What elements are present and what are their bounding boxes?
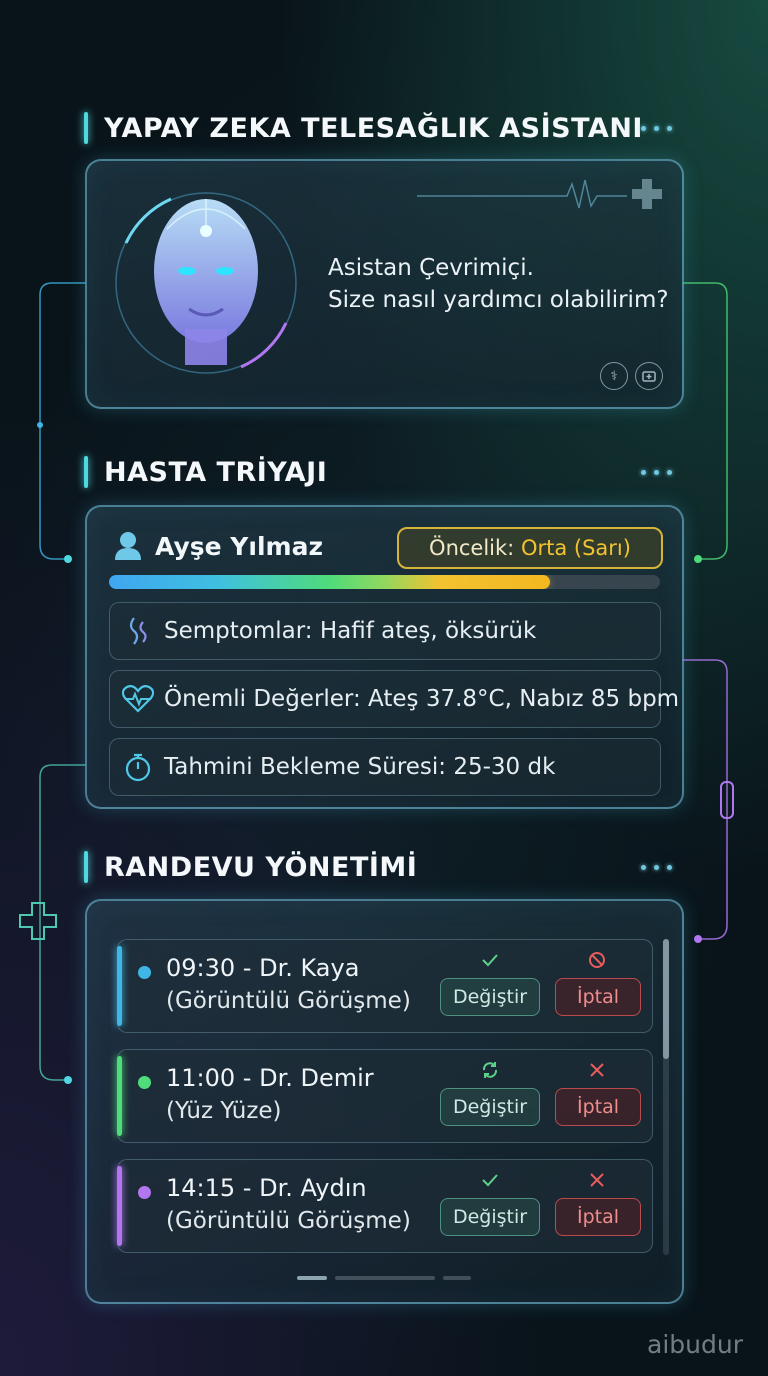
appointment-type: (Görüntülü Görüşme) [166,988,411,1014]
page-indicator[interactable] [443,1276,471,1280]
appointment-type: (Görüntülü Görüşme) [166,1208,411,1234]
symptoms-row: Semptomlar: Hafif ateş, öksürük [109,602,661,660]
cancel-appointment-button[interactable]: İptal [555,1088,641,1126]
priority-value: Orta (Sarı) [520,536,631,560]
heartbeat-line-icon [417,179,627,209]
appointment-accent [117,946,122,1026]
triage-panel: Ayşe Yılmaz Öncelik: Orta (Sarı) Semptom… [85,505,684,809]
patient-name: Ayşe Yılmaz [155,532,324,561]
appointment-card[interactable]: 11:00 - Dr. Demir (Yüz Yüze) Değiştir İp… [117,1049,653,1143]
x-icon [587,1170,607,1190]
assistant-section-title: YAPAY ZEKA TELESAĞLIK ASİSTANI [84,112,643,144]
appointments-title-text: RANDEVU YÖNETİMİ [104,851,418,883]
change-appointment-button[interactable]: Değiştir [440,1088,540,1126]
assistant-title-text: YAPAY ZEKA TELESAĞLIK ASİSTANI [104,112,643,144]
change-appointment-button[interactable]: Değiştir [440,1198,540,1236]
scrollbar-track[interactable] [663,939,669,1255]
more-options-icon[interactable] [641,470,672,475]
vitals-row: Önemli Değerler: Ateş 37.8°C, Nabız 85 b… [109,670,679,728]
priority-label: Öncelik: [429,536,521,560]
symptoms-text: Semptomlar: Hafif ateş, öksürük [164,618,537,644]
priority-progress-bar [109,575,660,589]
appointment-time-doctor: 11:00 - Dr. Demir [166,1064,374,1092]
change-appointment-button[interactable]: Değiştir [440,978,540,1016]
scrollbar-thumb[interactable] [663,939,669,1059]
more-options-icon[interactable] [641,865,672,870]
appointment-accent [117,1056,122,1136]
ai-avatar [147,189,265,365]
assistant-status-line1: Asistan Çevrimiçi. [328,255,534,281]
medical-cross-icon [632,179,662,209]
status-dot [138,1186,151,1199]
page-indicator[interactable] [335,1276,435,1280]
cancel-appointment-button[interactable]: İptal [555,978,641,1016]
priority-progress-fill [109,575,550,589]
appointment-card[interactable]: 09:30 - Dr. Kaya (Görüntülü Görüşme) Değ… [117,939,653,1033]
pagination-indicator[interactable] [297,1276,471,1280]
symptom-wave-icon [122,616,154,646]
assistant-panel: Asistan Çevrimiçi. Size nasıl yardımcı o… [85,159,684,409]
prohibited-icon [587,950,607,970]
watermark-logo: aibudur [647,1330,743,1359]
assistant-status-line2: Size nasıl yardımcı olabilirim? [328,287,669,313]
caduceus-icon[interactable]: ⚕ [600,362,628,390]
appointment-card[interactable]: 14:15 - Dr. Aydın (Görüntülü Görüşme) De… [117,1159,653,1253]
medical-kit-icon[interactable] [635,362,663,390]
user-icon [115,532,141,560]
title-accent-bar [84,456,88,488]
vitals-text: Önemli Değerler: Ateş 37.8°C, Nabız 85 b… [164,686,680,712]
appointment-time-doctor: 09:30 - Dr. Kaya [166,954,360,982]
appointment-accent [117,1166,122,1246]
refresh-icon [480,1060,500,1080]
priority-badge: Öncelik: Orta (Sarı) [397,527,663,569]
page-indicator-active[interactable] [297,1276,327,1280]
more-options-icon[interactable] [641,126,672,131]
appointment-time-doctor: 14:15 - Dr. Aydın [166,1174,367,1202]
x-icon [587,1060,607,1080]
appointment-type: (Yüz Yüze) [166,1098,282,1124]
triage-section-title: HASTA TRİYAJI [84,456,327,488]
title-accent-bar [84,112,88,144]
cancel-appointment-button[interactable]: İptal [555,1198,641,1236]
status-dot [138,966,151,979]
wait-time-text: Tahmini Bekleme Süresi: 25-30 dk [164,754,556,780]
appointments-section-title: RANDEVU YÖNETİMİ [84,851,417,883]
timer-icon [122,752,154,782]
check-icon [480,950,500,970]
triage-title-text: HASTA TRİYAJI [104,456,328,488]
status-dot [138,1076,151,1089]
heart-pulse-icon [122,685,154,713]
appointments-panel: 09:30 - Dr. Kaya (Görüntülü Görüşme) Değ… [85,899,684,1304]
wait-time-row: Tahmini Bekleme Süresi: 25-30 dk [109,738,661,796]
check-icon [480,1170,500,1190]
title-accent-bar [84,851,88,883]
